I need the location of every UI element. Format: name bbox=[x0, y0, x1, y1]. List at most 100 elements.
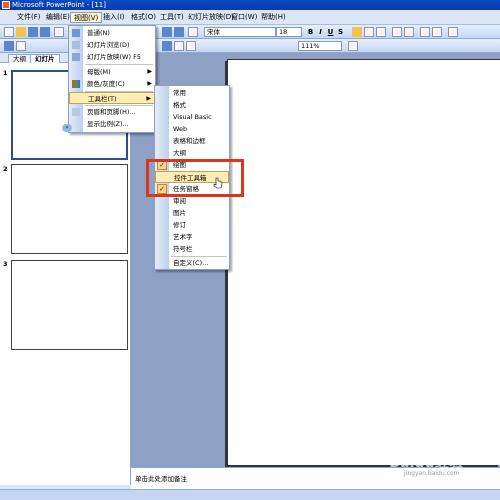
toolbar-revisions[interactable]: 修订 bbox=[155, 219, 229, 231]
toolbar-web[interactable]: Web bbox=[155, 123, 229, 135]
toolbar-symbols[interactable]: 符号栏 bbox=[155, 243, 229, 255]
menu-window[interactable]: 窗口(W) bbox=[228, 12, 260, 23]
toolbar-picture[interactable]: 图片 bbox=[155, 207, 229, 219]
zoom-select[interactable]: 111% bbox=[298, 41, 342, 51]
redo-icon[interactable] bbox=[174, 27, 184, 37]
color-icon[interactable] bbox=[186, 41, 196, 51]
slide-thumbnail-3[interactable] bbox=[11, 260, 128, 350]
menu-item-label: 显示比例(Z)... bbox=[87, 120, 129, 128]
expand-menu-button[interactable]: » bbox=[62, 124, 72, 132]
chart-icon[interactable] bbox=[162, 41, 172, 51]
view-menu-slide-sorter[interactable]: 幻灯片浏览(D) bbox=[69, 39, 155, 51]
slide-number: 3 bbox=[3, 260, 8, 268]
menu-insert[interactable]: 插入(I) bbox=[100, 12, 128, 23]
copy-icon[interactable] bbox=[16, 41, 26, 51]
menu-item-label: 常用 bbox=[173, 89, 186, 97]
view-menu-color-grayscale[interactable]: 颜色/灰度(C) ▶ bbox=[69, 78, 155, 90]
title-bar: Microsoft PowerPoint - [11] bbox=[0, 0, 500, 10]
menu-item-label: Web bbox=[173, 125, 188, 133]
view-menu-header-footer[interactable]: 页眉和页脚(H)... bbox=[69, 106, 155, 118]
powerpoint-app-icon bbox=[2, 1, 10, 9]
align-left-icon[interactable] bbox=[352, 27, 362, 37]
menu-edit[interactable]: 编辑(E) bbox=[43, 12, 73, 23]
view-menu-master[interactable]: 母版(M) ▶ bbox=[69, 66, 155, 78]
new-document-icon[interactable] bbox=[4, 27, 14, 37]
menu-item-label: 格式 bbox=[173, 101, 186, 109]
slide-number: 2 bbox=[3, 165, 8, 173]
grid-icon[interactable] bbox=[174, 41, 184, 51]
toolbar-formatting[interactable]: 格式 bbox=[155, 99, 229, 111]
menu-view[interactable]: 视图(V) bbox=[70, 12, 103, 23]
menu-tools[interactable]: 工具(T) bbox=[157, 12, 187, 23]
align-right-icon[interactable] bbox=[376, 27, 386, 37]
view-menu-normal[interactable]: 普通(N) bbox=[69, 27, 155, 39]
slide-canvas[interactable] bbox=[227, 59, 500, 465]
header-footer-icon bbox=[72, 108, 80, 116]
font-color-icon[interactable] bbox=[448, 27, 458, 37]
menu-item-label: 颜色/灰度(C) bbox=[87, 80, 125, 88]
menu-separator bbox=[85, 64, 153, 65]
slide-sorter-icon bbox=[72, 41, 80, 49]
underline-button[interactable]: U bbox=[326, 27, 335, 37]
menu-item-label: 大纲 bbox=[173, 149, 186, 157]
slide-number: 1 bbox=[3, 69, 8, 77]
highlight-annotation-box bbox=[146, 159, 244, 197]
font-name-select[interactable]: 宋体 bbox=[204, 27, 276, 37]
save-icon[interactable] bbox=[28, 27, 38, 37]
menu-format[interactable]: 格式(O) bbox=[128, 12, 159, 23]
menu-item-label: 母版(M) bbox=[87, 68, 111, 76]
menu-item-label: 图片 bbox=[173, 209, 186, 217]
tab-slides[interactable]: 幻灯片 bbox=[30, 54, 60, 63]
tab-outline[interactable]: 大纲 bbox=[8, 54, 31, 63]
slide-thumbnail-2[interactable] bbox=[11, 164, 128, 254]
toolbar-tables-borders[interactable]: 表格和边框 bbox=[155, 135, 229, 147]
toolbar-wordart[interactable]: 艺术字 bbox=[155, 231, 229, 243]
toolbar-customize[interactable]: 自定义(C)... bbox=[155, 257, 229, 269]
cut-icon[interactable] bbox=[4, 41, 14, 51]
submenu-arrow-icon: ▶ bbox=[147, 80, 152, 87]
toolbar-outline[interactable]: 大纲 bbox=[155, 147, 229, 159]
menu-help[interactable]: 帮助(H) bbox=[258, 12, 289, 23]
view-menu-slideshow[interactable]: 幻灯片放映(W) F5 bbox=[69, 51, 155, 63]
notes-placeholder: 单击此处添加备注 bbox=[135, 475, 187, 483]
increase-font-icon[interactable] bbox=[420, 27, 430, 37]
color-grayscale-icon bbox=[72, 80, 80, 88]
print-icon[interactable] bbox=[54, 27, 64, 37]
toolbar-standard[interactable]: 常用 bbox=[155, 87, 229, 99]
shadow-button[interactable]: S bbox=[336, 27, 345, 37]
permission-icon[interactable] bbox=[40, 27, 50, 37]
toolbar-visual-basic[interactable]: Visual Basic bbox=[155, 111, 229, 123]
view-menu-dropdown: 普通(N) 幻灯片浏览(D) 幻灯片放映(W) F5 母版(M) ▶ 颜色/灰度… bbox=[68, 25, 156, 133]
submenu-arrow-icon: ▶ bbox=[147, 68, 152, 75]
window-title: Microsoft PowerPoint - [11] bbox=[12, 1, 106, 9]
menu-item-label: 审阅 bbox=[173, 197, 186, 205]
align-center-icon[interactable] bbox=[364, 27, 374, 37]
table-icon[interactable] bbox=[188, 27, 198, 37]
menu-item-label: 页眉和页脚(H)... bbox=[87, 108, 136, 116]
menu-item-label: 工具栏(T) bbox=[88, 95, 117, 103]
bullets-icon[interactable] bbox=[404, 27, 414, 37]
undo-icon[interactable] bbox=[162, 27, 172, 37]
view-menu-zoom[interactable]: 显示比例(Z)... bbox=[69, 118, 155, 130]
status-bar bbox=[0, 489, 500, 500]
menu-bar: 文件(F) 编辑(E) 视图(V) 插入(I) 格式(O) 工具(T) 幻灯片放… bbox=[0, 10, 500, 25]
watermark-url: jingyan.baidu.com bbox=[404, 470, 460, 477]
menu-item-label: 表格和边框 bbox=[173, 137, 206, 145]
menu-item-label: 艺术字 bbox=[173, 233, 193, 241]
open-folder-icon[interactable] bbox=[16, 27, 26, 37]
view-menu-toolbars[interactable]: 工具栏(T) ▶ bbox=[69, 92, 155, 104]
slideshow-icon bbox=[72, 53, 80, 61]
submenu-arrow-icon: ▶ bbox=[146, 95, 151, 102]
decrease-font-icon[interactable] bbox=[432, 27, 442, 37]
help-icon[interactable] bbox=[348, 41, 358, 51]
numbering-icon[interactable] bbox=[392, 27, 402, 37]
bold-button[interactable]: B bbox=[306, 27, 315, 37]
menu-item-label: 幻灯片放映(W) bbox=[87, 53, 131, 61]
menu-item-label: 修订 bbox=[173, 221, 186, 229]
mouse-cursor-icon bbox=[213, 177, 223, 189]
menu-file[interactable]: 文件(F) bbox=[14, 12, 44, 23]
baidu-watermark-logo: Baidu经验 bbox=[390, 455, 463, 471]
menu-item-label: 幻灯片浏览(D) bbox=[87, 41, 130, 49]
italic-button[interactable]: I bbox=[316, 27, 325, 37]
font-size-select[interactable]: 18 bbox=[276, 27, 302, 37]
